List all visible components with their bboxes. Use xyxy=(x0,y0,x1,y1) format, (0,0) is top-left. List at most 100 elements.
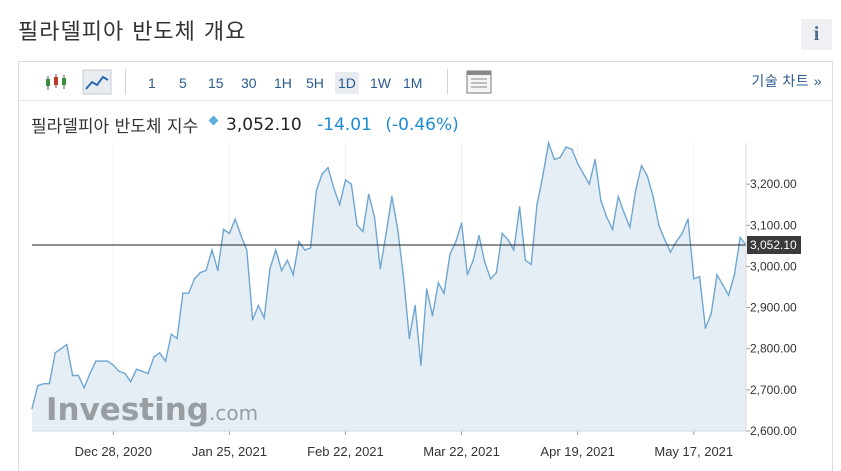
last-price-tag-label: 3,052.10 xyxy=(750,238,797,252)
price-point xyxy=(449,253,451,255)
x-tick-label: Feb 22, 2021 xyxy=(307,444,384,459)
price-point xyxy=(321,173,324,175)
price-point xyxy=(333,187,335,190)
price-point xyxy=(48,382,51,385)
price-point xyxy=(60,347,62,350)
x-tick-label: May 17, 2021 xyxy=(654,444,733,459)
price-point xyxy=(640,164,643,167)
price-point xyxy=(443,292,445,295)
price-point xyxy=(518,206,521,208)
price-point xyxy=(182,292,184,295)
price-point xyxy=(687,218,689,220)
price-point xyxy=(129,380,132,383)
y-tick-label: 3,100.00 xyxy=(750,218,797,232)
x-tick-label: Apr 19, 2021 xyxy=(540,444,614,459)
price-point xyxy=(553,158,556,161)
price-point xyxy=(698,275,701,278)
price-point xyxy=(228,232,231,235)
x-tick-label: Dec 28, 2020 xyxy=(75,444,152,459)
price-point xyxy=(733,273,736,276)
price-point xyxy=(83,387,85,389)
price-point xyxy=(663,238,666,241)
price-point xyxy=(211,249,213,251)
price-point xyxy=(414,304,416,307)
price-point xyxy=(507,238,509,241)
price-point xyxy=(344,179,347,181)
price-point xyxy=(327,166,329,169)
price-point xyxy=(164,360,167,362)
price-point xyxy=(669,251,672,253)
price-point xyxy=(106,360,109,362)
price-point xyxy=(280,269,283,272)
price-point xyxy=(77,374,80,377)
price-point xyxy=(217,269,219,272)
price-point xyxy=(576,162,579,165)
price-point xyxy=(100,360,103,362)
price-point xyxy=(240,234,242,237)
price-point xyxy=(42,382,45,385)
price-point xyxy=(582,173,585,175)
price-point xyxy=(89,372,91,375)
price-point xyxy=(31,407,33,410)
price-point xyxy=(542,175,544,177)
price-point xyxy=(594,158,596,161)
price-point xyxy=(420,364,422,367)
price-point xyxy=(524,259,527,262)
price-point xyxy=(437,282,440,284)
price-point xyxy=(71,374,74,377)
price-point xyxy=(658,224,660,227)
price-point xyxy=(559,156,561,159)
price-point xyxy=(147,372,149,375)
price-point xyxy=(199,271,202,274)
price-point xyxy=(588,183,591,185)
price-point xyxy=(269,267,271,270)
price-point xyxy=(95,360,97,362)
price-point xyxy=(478,234,480,237)
price-point xyxy=(356,224,358,227)
price-point xyxy=(513,249,515,251)
price-point xyxy=(66,343,68,346)
price-point xyxy=(193,278,196,280)
price-point xyxy=(402,275,405,278)
price-point xyxy=(722,284,724,286)
price-chart[interactable]: Investing.com2,600.002,700.002,800.002,9… xyxy=(0,0,841,471)
price-point xyxy=(118,370,120,373)
price-point xyxy=(257,304,260,307)
x-tick-label: Jan 25, 2021 xyxy=(192,444,267,459)
price-point xyxy=(275,249,277,251)
x-tick-label: Mar 22, 2021 xyxy=(423,444,500,459)
price-point xyxy=(315,189,318,192)
price-point xyxy=(37,384,39,387)
price-point xyxy=(611,228,614,231)
price-point xyxy=(681,232,683,235)
price-point xyxy=(292,273,295,276)
price-point xyxy=(629,226,631,229)
price-point xyxy=(600,199,602,202)
price-point xyxy=(693,278,695,280)
price-point xyxy=(112,364,115,367)
price-point xyxy=(547,142,550,144)
price-point xyxy=(484,261,486,264)
price-point xyxy=(158,352,161,354)
price-point xyxy=(623,212,625,214)
price-point xyxy=(263,317,266,319)
price-point xyxy=(466,273,469,276)
price-point xyxy=(135,368,138,371)
price-point xyxy=(646,175,649,177)
price-point xyxy=(704,327,707,329)
price-point xyxy=(710,312,712,315)
price-point xyxy=(391,195,393,198)
price-point xyxy=(455,240,457,243)
price-point xyxy=(425,288,428,290)
price-point xyxy=(565,146,567,148)
price-point xyxy=(222,228,225,231)
price-point xyxy=(385,232,387,235)
price-point xyxy=(153,356,155,358)
price-point xyxy=(124,372,126,375)
price-point xyxy=(187,292,190,295)
price-point xyxy=(472,259,475,262)
price-point xyxy=(234,218,236,220)
price-point xyxy=(571,148,573,150)
price-point xyxy=(605,216,608,218)
price-point xyxy=(716,273,718,276)
